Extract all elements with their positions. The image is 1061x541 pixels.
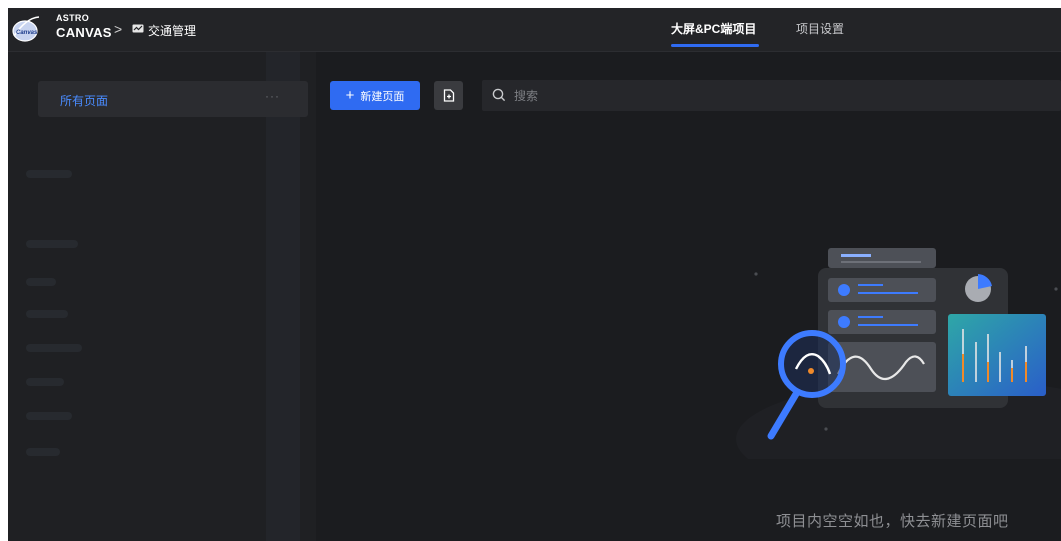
- new-page-label: 新建页面: [360, 90, 405, 103]
- search-bar: [482, 80, 1061, 111]
- sidebar-item-all-pages[interactable]: 所有页面 ···: [38, 81, 308, 117]
- brand-line1: ASTRO: [56, 13, 89, 23]
- tab-bigscreen-pc-projects[interactable]: 大屏&PC端项目: [671, 20, 756, 37]
- import-file-icon: [443, 89, 454, 102]
- app-window: Canvas ASTRO CANVAS > 交通管理 大屏&PC端项目 项目设置…: [8, 8, 1061, 541]
- svg-text:Canvas: Canvas: [16, 30, 38, 36]
- brand-line2: CANVAS: [56, 25, 112, 40]
- sidebar-item-label: 所有页面: [60, 94, 109, 108]
- logo-icon[interactable]: Canvas: [12, 14, 40, 44]
- breadcrumb-separator: >: [114, 21, 123, 37]
- sidebar: 所有页面 ···: [8, 52, 316, 541]
- new-page-button[interactable]: + 新建页面: [330, 81, 420, 110]
- dashboard-icon: [132, 24, 144, 33]
- search-input[interactable]: [512, 86, 816, 106]
- brand[interactable]: ASTRO CANVAS: [56, 13, 112, 40]
- search-icon: [492, 88, 506, 102]
- breadcrumb-current[interactable]: 交通管理: [148, 22, 196, 39]
- more-options-icon[interactable]: ···: [265, 89, 280, 103]
- blurred-column: [266, 52, 300, 541]
- empty-state-illustration: [736, 248, 1061, 459]
- tab-project-settings[interactable]: 项目设置: [796, 20, 844, 37]
- empty-state-message: 项目内空空如也，快去新建页面吧: [776, 513, 1009, 530]
- active-tab-indicator: [671, 44, 759, 47]
- plus-icon: +: [345, 87, 355, 104]
- top-bar: Canvas ASTRO CANVAS > 交通管理 大屏&PC端项目 项目设置: [8, 8, 1061, 52]
- import-page-button[interactable]: [434, 81, 463, 110]
